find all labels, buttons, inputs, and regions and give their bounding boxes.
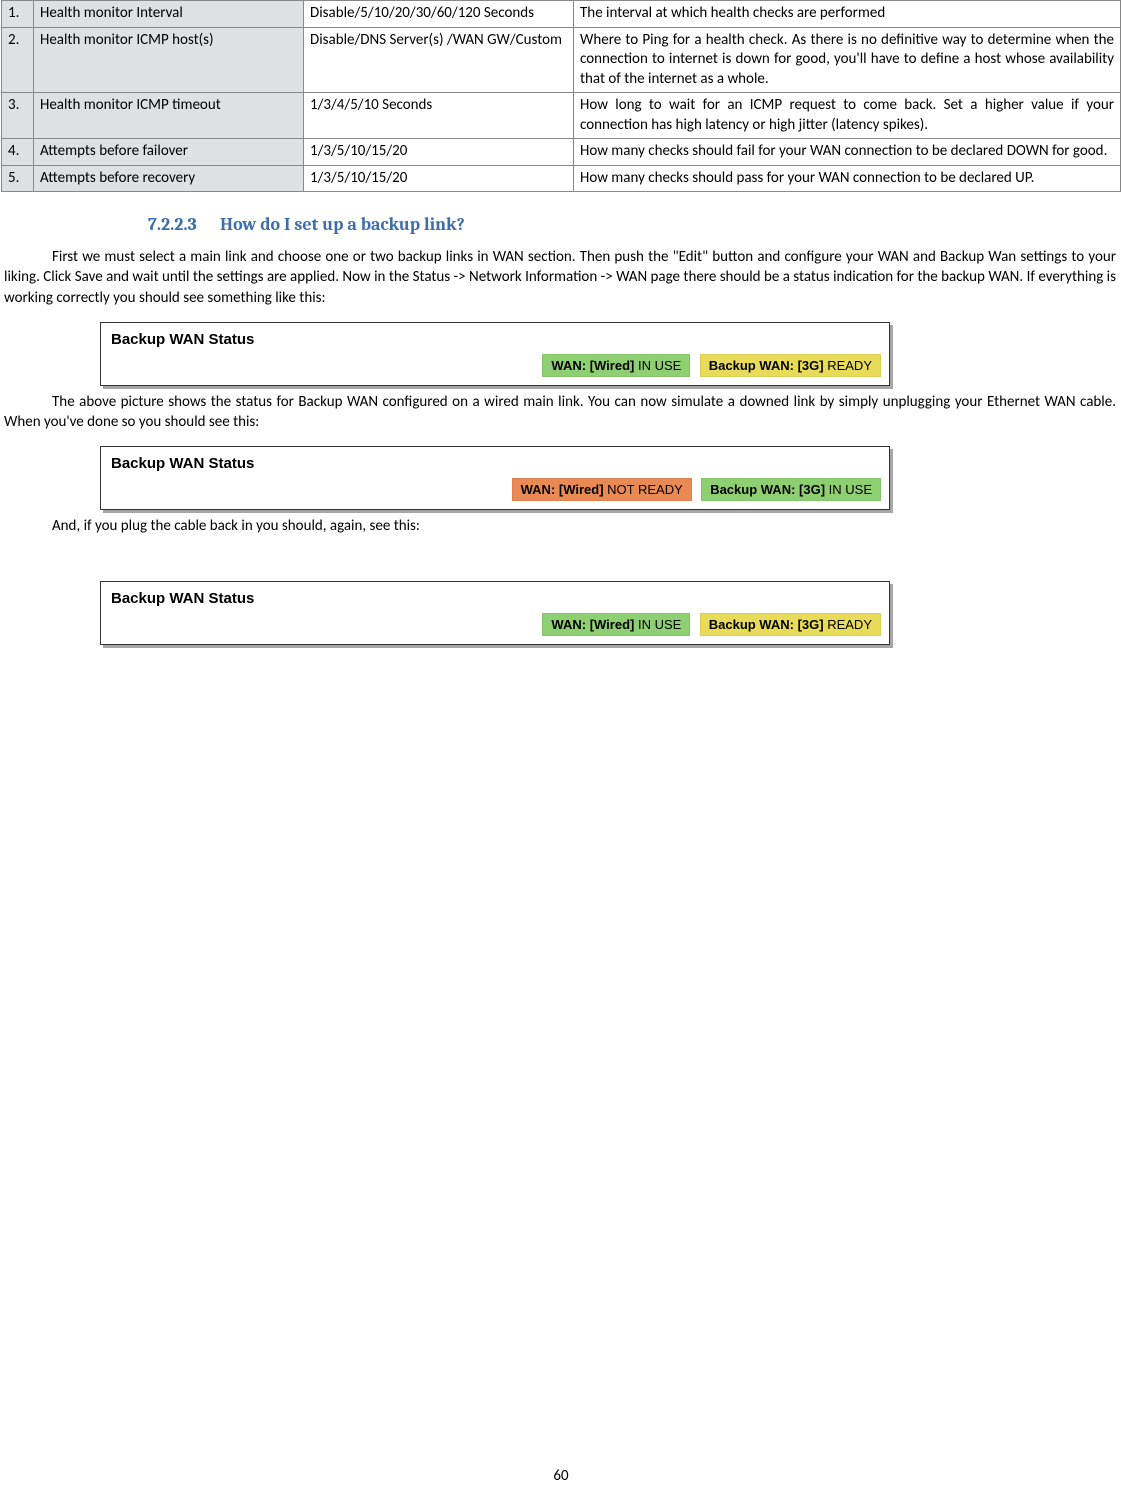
row-name: Attempts before recovery <box>34 165 304 192</box>
row-name: Health monitor ICMP timeout <box>34 93 304 139</box>
row-name: Health monitor Interval <box>34 1 304 28</box>
row-desc: How many checks should pass for your WAN… <box>574 165 1121 192</box>
table-row: 5. Attempts before recovery 1/3/5/10/15/… <box>2 165 1121 192</box>
section-number: 7.2.2.3 <box>148 214 197 235</box>
row-num: 2. <box>2 27 34 93</box>
row-opts: Disable/DNS Server(s) /WAN GW/Custom <box>304 27 574 93</box>
row-num: 5. <box>2 165 34 192</box>
page-number: 60 <box>0 1467 1122 1485</box>
table-row: 2. Health monitor ICMP host(s) Disable/D… <box>2 27 1121 93</box>
backup-wan-status-panel: Backup WAN Status WAN: [Wired] IN USE Ba… <box>100 322 890 386</box>
backup-wan-state: READY <box>827 617 872 632</box>
table-row: 1. Health monitor Interval Disable/5/10/… <box>2 1 1121 28</box>
wan-state: NOT READY <box>607 482 683 497</box>
backup-wan-status-badge: Backup WAN: [3G] READY <box>700 354 881 377</box>
backup-wan-status-badge: Backup WAN: [3G] READY <box>700 613 881 636</box>
section-heading: 7.2.2.3 How do I set up a backup link? <box>0 192 1122 247</box>
row-num: 3. <box>2 93 34 139</box>
row-desc: Where to Ping for a health check. As the… <box>574 27 1121 93</box>
row-opts: 1/3/5/10/15/20 <box>304 165 574 192</box>
backup-wan-status-badge: Backup WAN: [3G] IN USE <box>701 478 881 501</box>
backup-wan-label: Backup WAN: [3G] <box>709 358 824 373</box>
row-opts: Disable/5/10/20/30/60/120 Seconds <box>304 1 574 28</box>
wan-status-badge: WAN: [Wired] NOT READY <box>512 478 692 501</box>
table-row: 4. Attempts before failover 1/3/5/10/15/… <box>2 139 1121 166</box>
backup-wan-status-panel: Backup WAN Status WAN: [Wired] IN USE Ba… <box>100 581 890 645</box>
row-num: 4. <box>2 139 34 166</box>
table-row: 3. Health monitor ICMP timeout 1/3/4/5/1… <box>2 93 1121 139</box>
row-name: Health monitor ICMP host(s) <box>34 27 304 93</box>
row-desc: How many checks should fail for your WAN… <box>574 139 1121 166</box>
wan-status-badge: WAN: [Wired] IN USE <box>542 354 690 377</box>
row-opts: 1/3/4/5/10 Seconds <box>304 93 574 139</box>
paragraph-after-status1: The above picture shows the status for B… <box>0 392 1122 433</box>
backup-wan-label: Backup WAN: [3G] <box>710 482 825 497</box>
status-panel-title: Backup WAN Status <box>101 447 889 478</box>
status-panel-title: Backup WAN Status <box>101 582 889 613</box>
wan-status-badge: WAN: [Wired] IN USE <box>542 613 690 636</box>
wan-label: WAN: [Wired] <box>521 482 604 497</box>
backup-wan-state: READY <box>827 358 872 373</box>
row-num: 1. <box>2 1 34 28</box>
row-desc: How long to wait for an ICMP request to … <box>574 93 1121 139</box>
paragraph-after-status2: And, if you plug the cable back in you s… <box>0 516 1122 536</box>
status-panel-title: Backup WAN Status <box>101 323 889 354</box>
backup-wan-status-panel: Backup WAN Status WAN: [Wired] NOT READY… <box>100 446 890 510</box>
settings-table: 1. Health monitor Interval Disable/5/10/… <box>1 0 1121 192</box>
row-desc: The interval at which health checks are … <box>574 1 1121 28</box>
backup-wan-label: Backup WAN: [3G] <box>709 617 824 632</box>
paragraph-intro: First we must select a main link and cho… <box>0 247 1122 308</box>
section-title-text: How do I set up a backup link? <box>220 214 465 235</box>
wan-label: WAN: [Wired] <box>551 617 634 632</box>
row-name: Attempts before failover <box>34 139 304 166</box>
wan-state: IN USE <box>638 617 681 632</box>
wan-label: WAN: [Wired] <box>551 358 634 373</box>
wan-state: IN USE <box>638 358 681 373</box>
backup-wan-state: IN USE <box>829 482 872 497</box>
row-opts: 1/3/5/10/15/20 <box>304 139 574 166</box>
